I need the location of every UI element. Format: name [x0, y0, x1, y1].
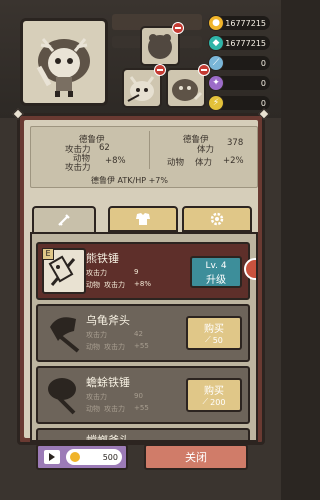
- item-attack-value: 90: [134, 392, 143, 400]
- currency-counter: ◆ 16777215: [208, 35, 270, 51]
- price-value: 50: [212, 335, 223, 345]
- close-label: 关闭: [185, 451, 207, 464]
- gear-icon: [210, 212, 224, 226]
- coin-reward: 500: [66, 449, 122, 465]
- item-animal-attack-label: 攻击力: [104, 281, 125, 289]
- item-animal-bonus: +55: [134, 404, 149, 412]
- item-attack-value: 9: [134, 268, 139, 276]
- item-animal-bonus: +55: [134, 342, 149, 350]
- right-animal-label: 动物: [167, 158, 185, 168]
- remove-companion-button[interactable]: [172, 22, 184, 34]
- item-animal-attack-label: 攻击力: [104, 343, 125, 351]
- panel-body: 德鲁伊 攻击力 62 动物 攻击力 +8% 德鲁伊 体力 378 动物 体力 +…: [24, 120, 258, 442]
- item-animal-bonus: +8%: [134, 280, 151, 288]
- item-level: Lv. 4: [205, 261, 227, 271]
- left-animal-attack-label: 攻击力: [65, 163, 91, 173]
- class-set-bonus: 德鲁伊 ATK/HP +7%: [91, 176, 168, 185]
- companion-slot-top[interactable]: [140, 22, 184, 66]
- dagger-icon: ⟋: [202, 397, 209, 406]
- companion-fox-icon: [127, 76, 155, 102]
- tab-accessories[interactable]: [182, 206, 252, 232]
- left-attack-value: 62: [99, 143, 110, 153]
- buy-label: 购买: [204, 324, 224, 335]
- item-animal-label: 动物: [86, 405, 100, 413]
- currency-counter: ✦ 0: [208, 75, 270, 91]
- price-value: 200: [210, 397, 226, 407]
- yellow-bolt-icon: ⚡: [208, 95, 224, 111]
- gold-coin-icon: ●: [208, 15, 224, 31]
- companion-boar-icon: [172, 79, 203, 101]
- watch-video-button[interactable]: 500: [36, 444, 128, 470]
- left-bonus-value: +8%: [105, 156, 126, 166]
- buy-button[interactable]: 购买 ⟋ 200: [186, 378, 242, 412]
- video-icon: [44, 450, 60, 464]
- item-attack-label: 攻击力: [86, 269, 107, 277]
- equipment-panel: 德鲁伊 攻击力 62 动物 攻击力 +8% 德鲁伊 体力 378 动物 体力 +…: [12, 108, 270, 445]
- item-thumbnail: E: [42, 248, 86, 294]
- price-row: ⟋ 200: [188, 397, 240, 407]
- hero-portrait[interactable]: [20, 18, 108, 106]
- item-animal-label: 动物: [86, 281, 100, 289]
- companion-slot-left[interactable]: [122, 64, 166, 108]
- right-hp-label: 体力: [197, 145, 215, 155]
- buy-button[interactable]: 购买 ⟋ 50: [186, 316, 242, 350]
- close-button[interactable]: 关闭: [144, 444, 248, 470]
- chest-icon[interactable]: [244, 258, 256, 280]
- currency-value: 0: [260, 58, 266, 68]
- gold-coin-icon: [70, 452, 80, 462]
- currency-value: 16777215: [225, 38, 266, 48]
- turtle-axe-silhouette-icon: [50, 317, 80, 353]
- right-animal-hp-label: 体力: [195, 158, 213, 168]
- tab-weapons[interactable]: [32, 206, 96, 232]
- dagger-icon: ⟋: [208, 55, 224, 71]
- item-thumbnail: [42, 372, 86, 418]
- teal-gem-icon: ◆: [208, 35, 224, 51]
- remove-companion-button[interactable]: [154, 64, 166, 76]
- companion-shadow-icon: [148, 34, 172, 59]
- item-animal-label: 动物: [86, 343, 100, 351]
- druid-hero-icon: [36, 38, 90, 97]
- companion-slot-right[interactable]: [166, 64, 210, 108]
- armor-icon: [136, 213, 150, 225]
- currency-counter: ⟋ 0: [208, 55, 270, 71]
- currency-value: 0: [260, 98, 266, 108]
- price-row: ⟋ 50: [188, 335, 240, 345]
- purple-crystal-icon: ✦: [208, 75, 224, 91]
- item-animal-attack-label: 攻击力: [104, 405, 125, 413]
- item-attack-label: 攻击力: [86, 393, 107, 401]
- stats-divider: [149, 131, 150, 169]
- upgrade-button[interactable]: Lv. 4 升级: [190, 256, 242, 288]
- item-name: 蟾蜍铁锤: [86, 376, 130, 389]
- currency-value: 16777215: [225, 18, 266, 28]
- currency-counter: ⚡ 0: [208, 95, 270, 111]
- equipment-list[interactable]: E 熊铁锤 攻击力 9 动物 攻击力 +8% Lv. 4 升级 乌龟斧头 攻击力…: [30, 232, 258, 442]
- buy-label: 购买: [204, 386, 224, 397]
- currency-counter: ● 16777215: [208, 15, 270, 31]
- sword-icon: [58, 214, 70, 226]
- item-name: 熊铁锤: [86, 252, 119, 265]
- toad-hammer-silhouette-icon: [48, 378, 76, 415]
- item-name: 螳螂斧头: [86, 434, 130, 442]
- item-attack-label: 攻击力: [86, 331, 107, 339]
- coin-reward-value: 500: [102, 452, 118, 462]
- item-name: 乌龟斧头: [86, 314, 130, 327]
- item-attack-value: 42: [134, 330, 143, 338]
- list-item[interactable]: 乌龟斧头 攻击力 42 动物 攻击力 +55 购买 ⟋ 50: [36, 304, 250, 362]
- right-bonus-value: +2%: [223, 156, 244, 166]
- right-hp-value: 378: [227, 138, 244, 148]
- dagger-icon: ⟋: [205, 335, 211, 344]
- currency-value: 0: [260, 78, 266, 88]
- upgrade-label: 升级: [206, 275, 226, 286]
- tab-armor[interactable]: [108, 206, 178, 232]
- list-item[interactable]: 螳螂斧头: [36, 428, 250, 442]
- item-thumbnail: [42, 310, 86, 356]
- equipped-badge: E: [42, 248, 54, 260]
- list-item-equipped[interactable]: E 熊铁锤 攻击力 9 动物 攻击力 +8% Lv. 4 升级: [36, 242, 256, 300]
- list-item[interactable]: 蟾蜍铁锤 攻击力 90 动物 攻击力 +55 购买 ⟋ 200: [36, 366, 250, 424]
- stats-summary: 德鲁伊 攻击力 62 动物 攻击力 +8% 德鲁伊 体力 378 动物 体力 +…: [30, 126, 258, 188]
